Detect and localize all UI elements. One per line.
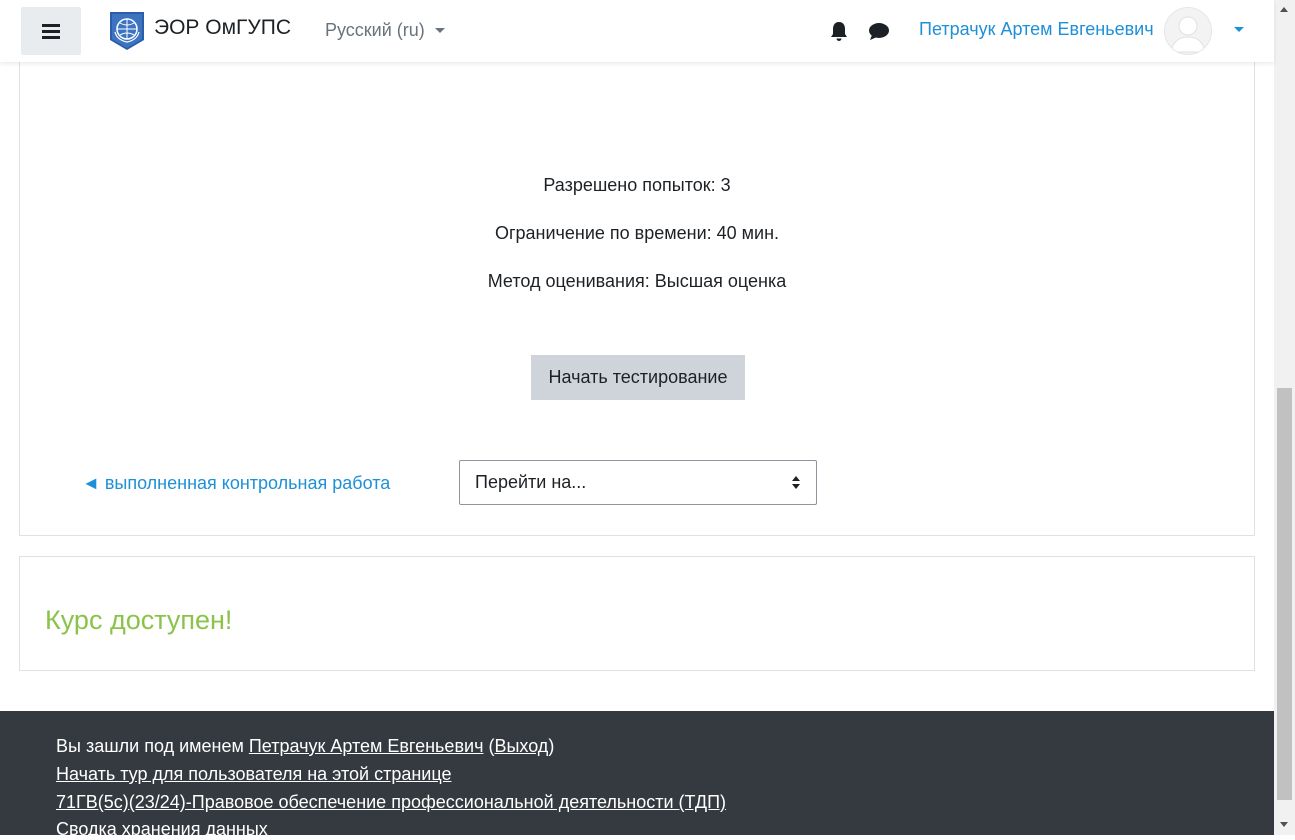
language-menu[interactable]: Русский (ru) <box>325 20 445 41</box>
jump-to-activity-select[interactable]: Перейти на... <box>459 460 817 505</box>
course-notice-card: Курс доступен! <box>19 556 1255 671</box>
caret-down-icon <box>434 28 445 33</box>
page-footer: Вы зашли под именем Петрачук Артем Евген… <box>0 711 1274 839</box>
previous-activity-link[interactable]: ◄ выполненная контрольная работа <box>82 473 390 494</box>
select-updown-icon <box>792 476 800 489</box>
menu-icon <box>42 23 60 39</box>
time-limit: Ограничение по времени: 40 мин. <box>494 223 780 243</box>
start-attempt-button[interactable]: Начать тестирование <box>531 355 745 400</box>
data-retention-link[interactable]: Сводка хранения данных <box>56 819 268 839</box>
footer-user-profile-link[interactable]: Петрачук Артем Евгеньевич <box>249 736 484 756</box>
attempts-allowed: Разрешено попыток: 3 <box>543 175 731 195</box>
logged-in-info: Вы зашли под именем Петрачук Артем Евген… <box>56 736 554 757</box>
side-drawer-toggle-button[interactable] <box>21 7 81 55</box>
scrollbar-thumb[interactable] <box>1277 388 1292 800</box>
jump-to-placeholder: Перейти на... <box>475 472 587 492</box>
course-available-text: Курс доступен! <box>45 605 233 635</box>
user-menu-name[interactable]: Петрачук Артем Евгеньевич <box>919 19 1154 40</box>
quiz-info-card: Разрешено попыток: 3 Ограничение по врем… <box>19 30 1255 536</box>
user-menu-caret-icon[interactable] <box>1234 27 1244 32</box>
site-logo <box>110 12 144 50</box>
course-home-link[interactable]: 71ГВ(5с)(23/24)-Правовое обеспечение про… <box>56 792 726 812</box>
user-avatar-icon[interactable] <box>1164 7 1212 55</box>
logout-link[interactable]: Выход <box>494 736 548 756</box>
bell-icon[interactable] <box>829 21 849 42</box>
logout-open-paren: ( <box>483 736 495 756</box>
chat-icon[interactable] <box>868 22 890 41</box>
logged-in-prefix: Вы зашли под именем <box>56 736 249 756</box>
user-tour-link[interactable]: Начать тур для пользователя на этой стра… <box>56 764 451 784</box>
top-navbar: ЭОР ОмГУПС Русский (ru) Петрачук Артем Е… <box>0 0 1274 62</box>
language-label: Русский (ru) <box>325 20 425 40</box>
grading-method: Метод оценивания: Высшая оценка <box>487 271 787 291</box>
logout-close-paren: ) <box>548 736 555 756</box>
site-name: ЭОР ОмГУПС <box>154 16 292 39</box>
site-brand-link[interactable]: ЭОР ОмГУПС <box>108 10 291 52</box>
vertical-scrollbar[interactable] <box>1274 0 1295 835</box>
scroll-down-arrow-icon[interactable] <box>1280 822 1288 827</box>
scroll-up-arrow-icon[interactable] <box>1280 7 1288 12</box>
